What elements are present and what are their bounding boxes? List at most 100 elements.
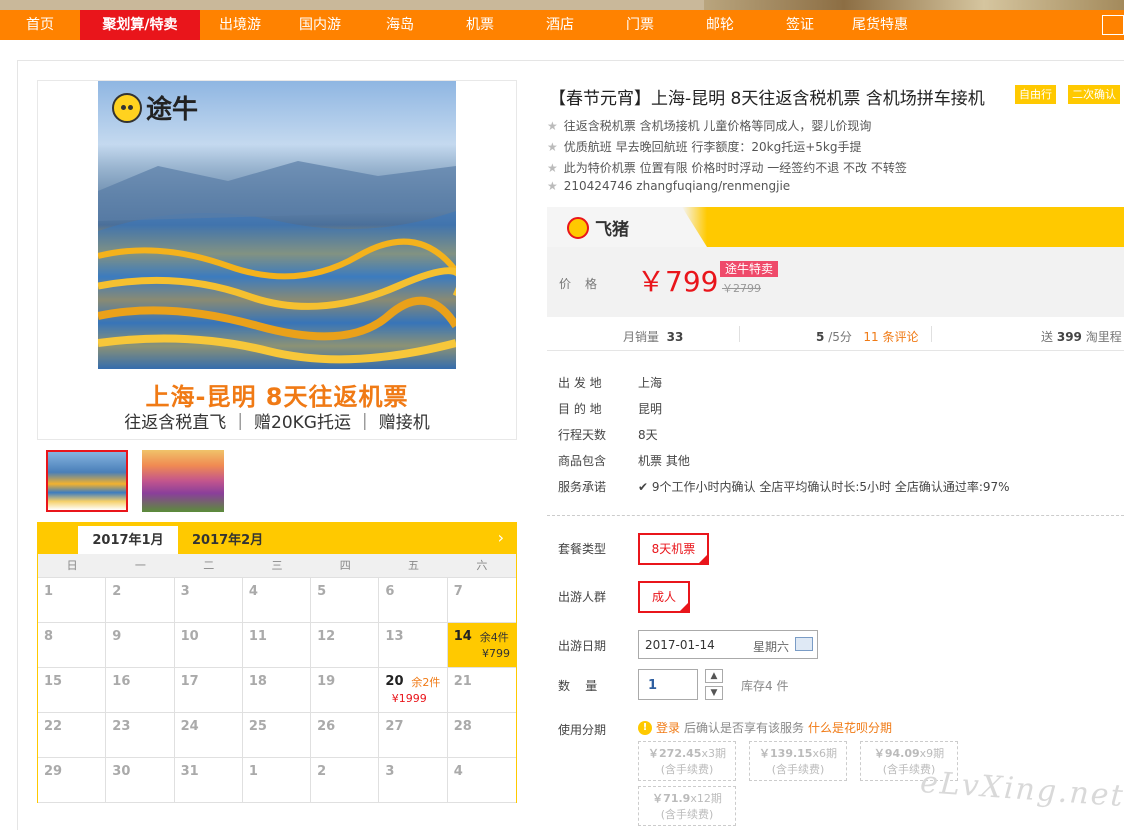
- travel-date-field[interactable]: 2017-01-14 星期六: [638, 630, 818, 659]
- nav-item[interactable]: 门票: [600, 10, 680, 40]
- stock-text: 库存4 件: [741, 679, 789, 693]
- star-icon: ★: [547, 161, 558, 175]
- nav-item[interactable]: 签证: [760, 10, 840, 40]
- banner-title: 上海-昆明 8天往返机票: [145, 383, 409, 411]
- day-number: 10: [180, 629, 199, 644]
- detail-value: 昆明: [638, 402, 663, 416]
- day-number: 27: [385, 719, 404, 734]
- quantity-input[interactable]: 1: [638, 669, 698, 700]
- calendar-day: 18: [242, 668, 312, 713]
- feature-item: ★ 优质航班 早去晚回航班 行李额度：20kg托运+5kg手提: [547, 140, 862, 154]
- calendar-icon[interactable]: [795, 637, 813, 651]
- nav-item[interactable]: 国内游: [280, 10, 360, 40]
- calendar-day: 16: [106, 668, 175, 713]
- detail-label: 商品包含: [558, 454, 607, 468]
- nav-item[interactable]: 尾货特惠: [840, 10, 920, 40]
- next-month-icon[interactable]: ›: [498, 528, 504, 547]
- top-banner-strip: [0, 0, 1124, 10]
- day-number: 22: [44, 719, 63, 734]
- review-link[interactable]: 11 条评论: [863, 330, 918, 344]
- installment-option[interactable]: ￥272.45x3期 (含手续费): [638, 741, 736, 781]
- day-number: 11: [248, 629, 267, 644]
- calendar-day: 2: [311, 758, 380, 803]
- calendar-day: 26: [311, 713, 380, 758]
- calendar-day: 8: [38, 623, 107, 668]
- day-price: ¥1999: [391, 692, 427, 705]
- weekday-header: 日一二三四五六: [38, 554, 516, 578]
- decrement-icon[interactable]: ▼: [705, 686, 723, 700]
- calendar-day: 1: [242, 758, 312, 803]
- current-price: ￥799: [637, 265, 719, 298]
- feature-item: ★ 210424746 zhangfuqiang/renmengjie: [547, 179, 791, 193]
- day-number: 9: [112, 629, 122, 644]
- day-number: 1: [44, 584, 54, 599]
- increment-icon[interactable]: ▲: [705, 669, 723, 683]
- calendar-day: 15: [38, 668, 107, 713]
- calendar-day: 4: [242, 578, 312, 623]
- nav-item[interactable]: 出境游: [200, 10, 280, 40]
- nav-item[interactable]: 邮轮: [680, 10, 760, 40]
- fliggy-icon: [567, 216, 589, 239]
- traveler-option-adult[interactable]: 成人: [638, 581, 690, 613]
- detail-value: 上海: [638, 376, 663, 390]
- divider: [547, 515, 1124, 516]
- traveler-label: 出游人群: [558, 590, 607, 604]
- package-option-8day[interactable]: 8天机票: [638, 533, 709, 565]
- calendar-day: 7: [447, 578, 516, 623]
- tab-month-jan[interactable]: 2017年1月: [78, 526, 178, 554]
- calendar-day: 21: [447, 668, 516, 713]
- day-number: 3: [180, 584, 190, 599]
- nav-item[interactable]: 机票: [440, 10, 520, 40]
- calendar-day[interactable]: 14 余4件 ¥799: [447, 623, 516, 668]
- thumbnail-2[interactable]: [142, 450, 224, 512]
- day-number: 13: [385, 629, 404, 644]
- day-number: 3: [385, 764, 395, 779]
- day-number: 24: [180, 719, 199, 734]
- day-number: 14: [453, 629, 472, 644]
- tab-month-feb[interactable]: 2017年2月: [192, 526, 263, 554]
- detail-label: 目 的 地: [558, 402, 602, 416]
- day-number: 4: [453, 764, 463, 779]
- day-number: 12: [317, 629, 336, 644]
- day-number: 18: [248, 674, 267, 689]
- weekday-label: 五: [408, 559, 420, 572]
- price-label: 价格: [559, 277, 612, 291]
- nav-search-box[interactable]: [1102, 15, 1124, 35]
- calendar-grid: 1 2 3 4 5 6 7 8 9 10 11 12 13 14 余4件 ¥799 15 16 17 18 19 20 余2…: [38, 578, 516, 803]
- price-box: 价格 ￥799 途牛特卖 ￥2799: [547, 247, 1124, 317]
- nav-item[interactable]: 聚划算/特卖: [80, 10, 200, 40]
- day-number: 19: [317, 674, 336, 689]
- nav-item[interactable]: 海岛: [360, 10, 440, 40]
- nav-item[interactable]: 酒店: [520, 10, 600, 40]
- day-number: 7: [453, 584, 463, 599]
- day-number: 31: [180, 764, 199, 779]
- calendar-day[interactable]: 20 余2件 ¥1999: [379, 668, 448, 713]
- weekday-label: 二: [203, 559, 215, 572]
- huabei-help-link[interactable]: 什么是花呗分期: [808, 719, 892, 736]
- day-price: ¥799: [481, 647, 510, 660]
- detail-value: 8天: [638, 428, 658, 442]
- calendar-day: 1: [38, 578, 107, 623]
- calendar-day: 3: [379, 758, 448, 803]
- calendar-day: 5: [311, 578, 380, 623]
- day-number: 20: [385, 674, 404, 689]
- calendar-day: 11: [242, 623, 312, 668]
- day-number: 21: [453, 674, 472, 689]
- installment-note: ! 登录 后确认是否享有该服务 什么是花呗分期: [638, 719, 892, 736]
- installment-option[interactable]: ￥71.9x12期 (含手续费): [638, 786, 736, 826]
- calendar-day: 13: [379, 623, 448, 668]
- day-number: 15: [44, 674, 63, 689]
- calendar-day: 29: [38, 758, 107, 803]
- feature-item: ★ 往返含税机票 含机场接机 儿童价格等同成人，婴儿价现询: [547, 119, 872, 133]
- calendar-day: 30: [106, 758, 175, 803]
- calendar-day: 28: [447, 713, 516, 758]
- service-promise: ✔ 9个工作小时内确认 全店平均确认时长:5小时 全店确认通过率:97%: [638, 480, 1010, 494]
- login-link[interactable]: 登录: [656, 719, 680, 736]
- detail-label: 行程天数: [558, 428, 607, 442]
- fliggy-logo: 飞猪: [567, 215, 629, 240]
- thumbnail-1[interactable]: [46, 450, 128, 512]
- weekday-label: 三: [271, 559, 283, 572]
- installment-option[interactable]: ￥139.15x6期 (含手续费): [749, 741, 847, 781]
- nav-item[interactable]: 首页: [0, 10, 80, 40]
- product-image[interactable]: 途牛 上海-昆明 8天往返机票 往返含税直飞 ｜ 赠20KG托运 ｜ 赠接机: [37, 80, 517, 440]
